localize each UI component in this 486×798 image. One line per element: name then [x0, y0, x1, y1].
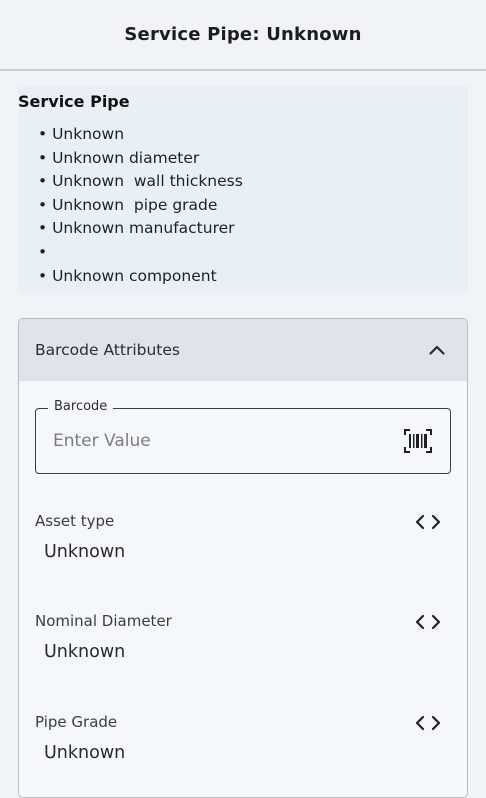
barcode-field[interactable]: Barcode: [35, 399, 451, 474]
barcode-attributes-card: Barcode Attributes Barcode Asset type Un…: [18, 318, 468, 798]
summary-item: Unknown diameter: [38, 147, 243, 171]
page-title: Service Pipe: Unknown: [124, 24, 362, 45]
pipe-grade-value: Unknown: [44, 743, 126, 763]
code-chevrons-icon[interactable]: [415, 613, 441, 631]
summary-item: Unknown wall thickness: [38, 170, 243, 194]
code-chevrons-icon[interactable]: [415, 714, 441, 732]
chevron-up-icon[interactable]: [429, 342, 445, 358]
code-chevrons-icon[interactable]: [415, 513, 441, 531]
summary-list: Unknown Unknown diameter Unknown wall th…: [38, 123, 243, 288]
barcode-input[interactable]: [53, 426, 383, 456]
summary-item: [38, 241, 243, 265]
summary-item: Unknown component: [38, 265, 243, 289]
barcode-attributes-header[interactable]: Barcode Attributes: [19, 319, 467, 381]
summary-item: Unknown manufacturer: [38, 217, 243, 241]
page-header: Service Pipe: Unknown: [0, 0, 486, 71]
nominal-diameter-label: Nominal Diameter: [35, 612, 172, 630]
barcode-attributes-title: Barcode Attributes: [35, 341, 180, 359]
pipe-grade-label: Pipe Grade: [35, 713, 118, 731]
summary-item: Unknown pipe grade: [38, 194, 243, 218]
summary-panel: Service Pipe Unknown Unknown diameter Un…: [18, 86, 468, 293]
summary-title: Service Pipe: [18, 92, 130, 111]
asset-type-value: Unknown: [44, 542, 126, 562]
barcode-scan-icon[interactable]: [404, 429, 432, 453]
asset-type-label: Asset type: [35, 512, 115, 530]
summary-item: Unknown: [38, 123, 243, 147]
nominal-diameter-value: Unknown: [44, 642, 126, 662]
barcode-field-label: Barcode: [48, 399, 114, 414]
